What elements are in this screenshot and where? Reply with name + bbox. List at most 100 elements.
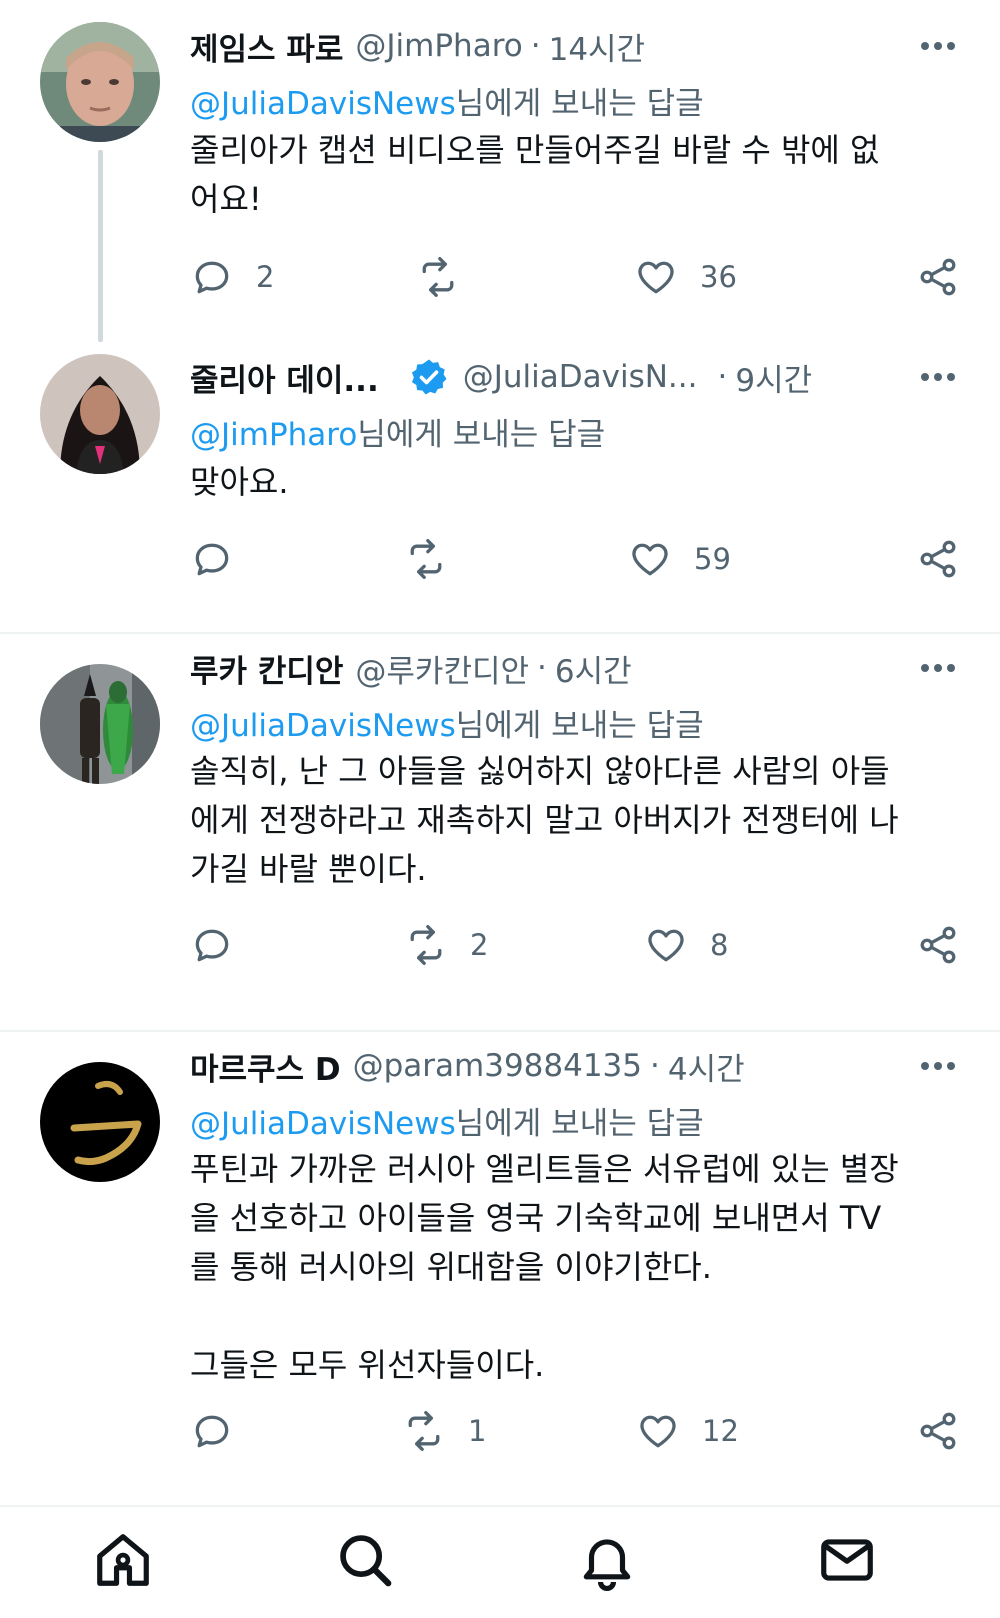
reply-bubble-icon bbox=[195, 543, 229, 576]
action-bar: 2 8 bbox=[190, 920, 960, 970]
avatar[interactable] bbox=[40, 22, 160, 142]
reply-context: @JuliaDavisNews님에게 보내는 답글 bbox=[190, 1098, 960, 1143]
avatar[interactable] bbox=[40, 354, 160, 474]
separator-dot: · bbox=[530, 28, 541, 64]
home-icon bbox=[97, 1534, 149, 1586]
more-dots-icon[interactable] bbox=[916, 24, 960, 68]
display-name[interactable]: 마르쿠스 D bbox=[190, 1044, 341, 1089]
nav-home[interactable] bbox=[88, 1525, 158, 1595]
share-button[interactable] bbox=[916, 252, 960, 302]
reply-button[interactable] bbox=[190, 534, 256, 584]
retweet-button[interactable]: 1 bbox=[402, 1406, 486, 1456]
tweet-body: 솔직히, 난 그 아들을 싫어하지 않아다른 사람의 아들 에게 전쟁하라고 재… bbox=[190, 752, 899, 888]
tweet-header: 루카 칸디안 @루카칸디안 · 6시간 bbox=[190, 646, 960, 690]
verified-badge-icon bbox=[411, 359, 447, 395]
bottom-nav bbox=[0, 1505, 1000, 1618]
like-button[interactable]: 59 bbox=[628, 534, 731, 584]
share-button[interactable] bbox=[916, 534, 960, 584]
user-handle[interactable]: @루카칸디안 bbox=[355, 646, 529, 691]
tweet-header: 마르쿠스 D @param39884135 · 4시간 bbox=[190, 1044, 960, 1088]
nav-search[interactable] bbox=[330, 1525, 400, 1595]
timestamp[interactable]: 4시간 bbox=[668, 1044, 745, 1089]
share-button[interactable] bbox=[916, 1406, 960, 1456]
notifications-icon bbox=[583, 1539, 631, 1591]
heart-icon bbox=[632, 543, 668, 576]
retweet-count: 2 bbox=[470, 928, 489, 962]
heart-icon bbox=[640, 1415, 676, 1448]
reply-context: @JimPharo님에게 보내는 답글 bbox=[190, 409, 960, 454]
search-icon bbox=[340, 1535, 392, 1587]
nav-messages[interactable] bbox=[812, 1525, 882, 1595]
retweet-icon bbox=[408, 1411, 440, 1451]
user-handle[interactable]: @JuliaDavisN... bbox=[463, 359, 698, 395]
display-name[interactable]: 줄리아 데이... bbox=[190, 355, 379, 400]
display-name[interactable]: 제임스 파로 bbox=[190, 24, 343, 69]
reply-label: 님에게 보내는 답글 bbox=[357, 417, 606, 453]
tweet[interactable]: 마르쿠스 D @param39884135 · 4시간 @JuliaDavisN… bbox=[0, 1032, 1000, 1502]
timestamp[interactable]: 9시간 bbox=[735, 355, 812, 400]
reply-context: @JuliaDavisNews님에게 보내는 답글 bbox=[190, 700, 960, 745]
reply-label: 님에게 보내는 답글 bbox=[455, 1106, 704, 1142]
user-handle[interactable]: @param39884135 bbox=[353, 1048, 642, 1084]
reply-bubble-icon bbox=[195, 1415, 229, 1448]
tweet-text: 솔직히, 난 그 아들을 싫어하지 않아다른 사람의 아들 에게 전쟁하라고 재… bbox=[190, 747, 960, 894]
more-dots-icon[interactable] bbox=[916, 1044, 960, 1088]
tweet[interactable]: 줄리아 데이... @JuliaDavisN... · 9시간 @JimPhar… bbox=[0, 340, 1000, 612]
tweet-body: 줄리아가 캡션 비디오를 만들어주길 바랄 수 밖에 없 어요! bbox=[190, 131, 880, 218]
reply-button[interactable]: 2 bbox=[190, 252, 274, 302]
avatar[interactable] bbox=[40, 1062, 160, 1182]
tweet-body: 푸틴과 가까운 러시아 엘리트들은 서유럽에 있는 별장 을 선호하고 아이들을… bbox=[190, 1150, 899, 1384]
action-bar: 2 36 bbox=[190, 252, 960, 302]
reply-context: @JuliaDavisNews님에게 보내는 답글 bbox=[190, 78, 960, 123]
like-button[interactable]: 8 bbox=[644, 920, 728, 970]
mention-link[interactable]: @JuliaDavisNews bbox=[190, 1106, 456, 1142]
mention-link[interactable]: @JuliaDavisNews bbox=[190, 708, 456, 744]
mention-link[interactable]: @JuliaDavisNews bbox=[190, 86, 456, 122]
separator-dot: · bbox=[717, 359, 728, 395]
tweet-text: 맞아요. bbox=[190, 458, 960, 507]
timestamp[interactable]: 14시간 bbox=[549, 24, 646, 69]
like-count: 8 bbox=[710, 928, 729, 962]
reply-button[interactable] bbox=[190, 1406, 256, 1456]
retweet-icon bbox=[410, 925, 442, 965]
share-button[interactable] bbox=[916, 920, 960, 970]
user-handle[interactable]: @JimPharo bbox=[355, 28, 522, 64]
share-icon bbox=[920, 1412, 956, 1450]
share-icon bbox=[920, 540, 956, 578]
more-dots-icon[interactable] bbox=[916, 355, 960, 399]
like-count: 59 bbox=[694, 542, 731, 576]
like-button[interactable]: 36 bbox=[634, 252, 737, 302]
retweet-button[interactable] bbox=[416, 252, 482, 302]
like-button[interactable]: 12 bbox=[636, 1406, 739, 1456]
tweet-header: 줄리아 데이... @JuliaDavisN... · 9시간 bbox=[190, 355, 960, 399]
reply-bubble-icon bbox=[195, 929, 229, 962]
separator-dot: · bbox=[650, 1048, 660, 1084]
messages-icon bbox=[821, 1539, 873, 1581]
avatar[interactable] bbox=[40, 664, 160, 784]
reply-label: 님에게 보내는 답글 bbox=[455, 86, 704, 122]
like-count: 36 bbox=[700, 260, 737, 294]
retweet-button[interactable] bbox=[404, 534, 470, 584]
tweet-text: 푸틴과 가까운 러시아 엘리트들은 서유럽에 있는 별장 을 선호하고 아이들을… bbox=[190, 1145, 960, 1390]
tweet-body: 맞아요. bbox=[190, 463, 289, 501]
action-bar: 1 12 bbox=[190, 1406, 960, 1456]
tweet[interactable]: 제임스 파로 @JimPharo · 14시간 @JuliaDavisNews님… bbox=[0, 0, 1000, 342]
display-name[interactable]: 루카 칸디안 bbox=[190, 646, 343, 691]
timestamp[interactable]: 6시간 bbox=[555, 646, 632, 691]
action-bar: 59 bbox=[190, 534, 960, 584]
heart-icon bbox=[638, 261, 674, 294]
separator-dot: · bbox=[537, 650, 547, 686]
retweet-count: 1 bbox=[468, 1414, 487, 1448]
tweet[interactable]: 루카 칸디안 @루카칸디안 · 6시간 @JuliaDavisNews님에게 보… bbox=[0, 634, 1000, 1030]
tweet-header: 제임스 파로 @JimPharo · 14시간 bbox=[190, 24, 960, 68]
retweet-icon bbox=[422, 257, 454, 297]
more-dots-icon[interactable] bbox=[916, 646, 960, 690]
reply-button[interactable] bbox=[190, 920, 256, 970]
retweet-button[interactable]: 2 bbox=[404, 920, 488, 970]
share-icon bbox=[920, 926, 956, 964]
reply-label: 님에게 보내는 답글 bbox=[455, 708, 704, 744]
thread-connector bbox=[98, 150, 103, 342]
mention-link[interactable]: @JimPharo bbox=[190, 417, 357, 453]
nav-notifications[interactable] bbox=[572, 1525, 642, 1595]
like-count: 12 bbox=[702, 1414, 739, 1448]
